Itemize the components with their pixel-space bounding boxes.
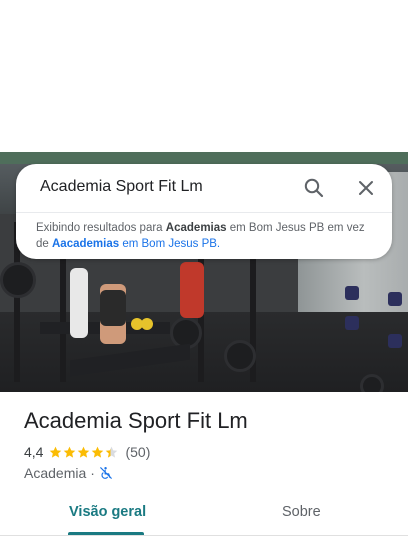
rating-stars <box>49 446 119 459</box>
notice-prefix: Exibindo resultados para <box>36 222 163 234</box>
review-count[interactable]: (50) <box>125 444 150 460</box>
photo-dumbbell <box>388 334 402 348</box>
rating-value: 4,4 <box>24 444 44 460</box>
notice-corrected-location: em Bom Jesus PB em <box>229 222 344 234</box>
notice-original-location[interactable]: em Bom Jesus PB. <box>122 238 220 250</box>
separator-dot: · <box>90 465 95 481</box>
star-icon <box>106 446 118 458</box>
tabs-divider <box>0 535 408 536</box>
place-category: Academia <box>24 465 87 481</box>
photo-plate <box>360 374 384 392</box>
place-title: Academia Sport Fit Lm <box>24 408 248 433</box>
notice-corrected-term: Academias <box>165 222 227 234</box>
original-query-link[interactable]: Aacademias em Bom Jesus PB. <box>52 238 220 250</box>
tab-about[interactable]: Sobre <box>282 504 321 520</box>
card-divider <box>16 212 392 213</box>
spelling-notice: Exibindo resultados para Academias em Bo… <box>36 221 376 252</box>
star-icon <box>64 446 76 458</box>
star-icon <box>78 446 90 458</box>
photo-person <box>70 268 88 338</box>
tab-overview[interactable]: Visão geral <box>69 504 146 520</box>
star-icon <box>92 446 104 458</box>
wheelchair-not-accessible-icon[interactable] <box>99 466 113 480</box>
photo-person <box>100 290 126 326</box>
photo-dumbbell <box>345 286 359 300</box>
star-icon <box>50 446 62 458</box>
photo-stripe <box>0 152 408 164</box>
photo-plate <box>224 340 256 372</box>
search-card: Academia Sport Fit Lm Exibindo resultado… <box>16 164 392 259</box>
photo-person <box>180 262 204 318</box>
rating-row[interactable]: 4,4 (50) <box>24 444 150 460</box>
photo-dumbbell <box>345 316 359 330</box>
notice-original-term[interactable]: Aacademias <box>52 238 119 250</box>
category-row: Academia · <box>24 465 113 481</box>
photo-ball <box>141 318 153 330</box>
photo-plate <box>0 262 36 298</box>
close-icon[interactable] <box>354 176 378 200</box>
search-query[interactable]: Academia Sport Fit Lm <box>40 178 203 196</box>
photo-dumbbell <box>388 292 402 306</box>
search-icon[interactable] <box>302 176 326 200</box>
